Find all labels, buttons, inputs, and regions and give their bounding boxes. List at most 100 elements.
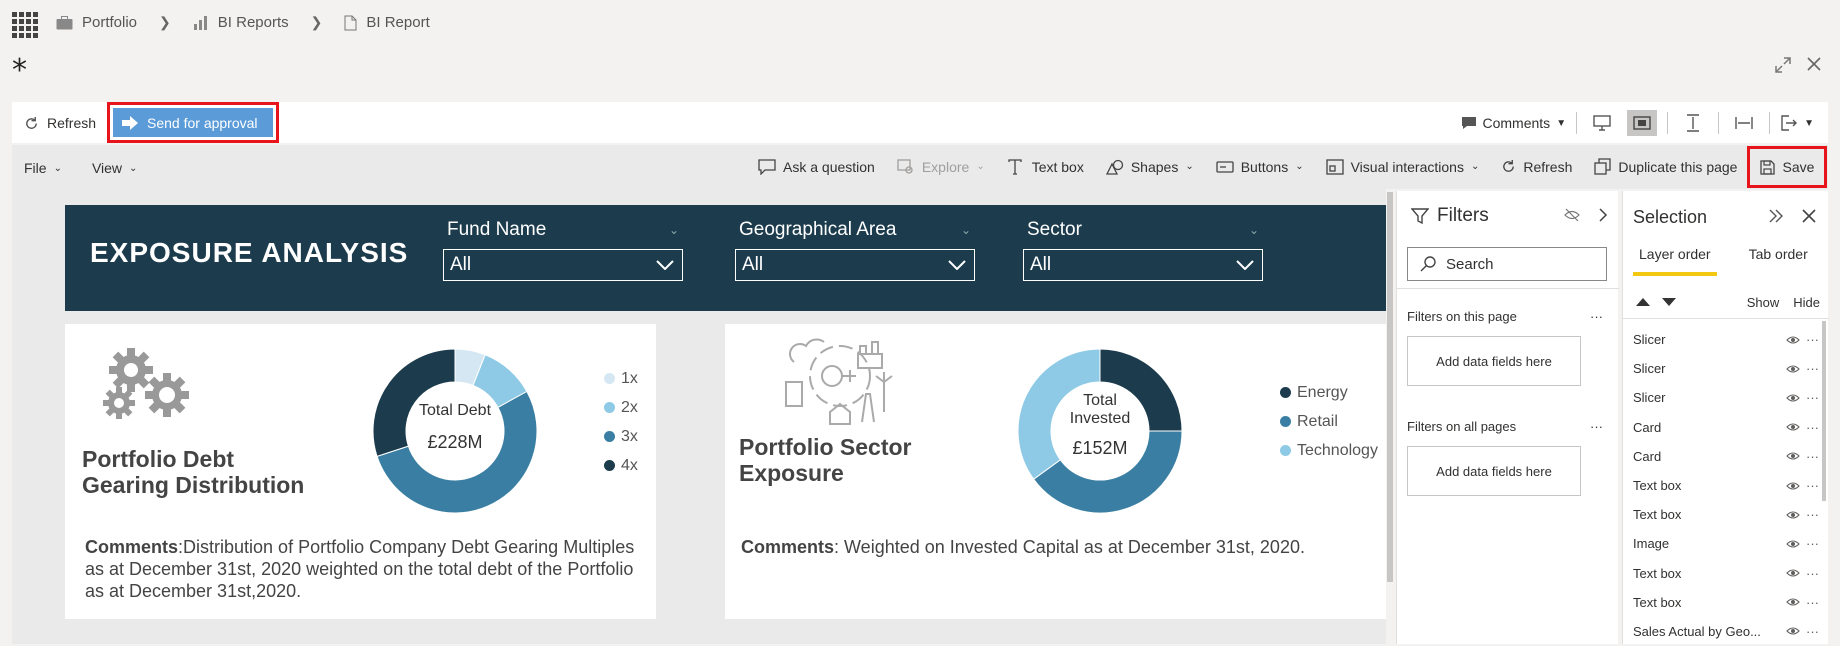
layer-item[interactable]: Text box ··· bbox=[1633, 471, 1819, 500]
legend-item[interactable]: 1x bbox=[604, 364, 638, 393]
layer-item[interactable]: Text box ··· bbox=[1633, 500, 1819, 529]
eye-icon[interactable] bbox=[1786, 451, 1800, 461]
more-options-icon[interactable]: ··· bbox=[1806, 420, 1819, 435]
file-label: File bbox=[24, 160, 47, 176]
shapes-button[interactable]: Shapes ⌄ bbox=[1105, 159, 1194, 175]
legend-item[interactable]: 2x bbox=[604, 393, 638, 422]
layer-item[interactable]: Text box ··· bbox=[1633, 559, 1819, 588]
layer-item[interactable]: Slicer ··· bbox=[1633, 383, 1819, 412]
duplicate-page-button[interactable]: Duplicate this page bbox=[1594, 158, 1737, 175]
eye-hidden-icon[interactable] bbox=[1564, 208, 1580, 222]
legend-label: 2x bbox=[621, 398, 638, 416]
layer-item[interactable]: Text box ··· bbox=[1633, 588, 1819, 617]
fit-to-page-button[interactable] bbox=[1627, 110, 1658, 136]
breadcrumb-portfolio[interactable]: Portfolio bbox=[56, 14, 137, 31]
more-options-icon[interactable]: ··· bbox=[1806, 390, 1819, 405]
legend-item[interactable]: Retail bbox=[1280, 407, 1378, 436]
layer-item[interactable]: Card ··· bbox=[1633, 442, 1819, 471]
more-options-icon[interactable]: ··· bbox=[1806, 449, 1819, 464]
more-options-icon[interactable]: ··· bbox=[1806, 507, 1819, 522]
layer-item[interactable]: Slicer ··· bbox=[1633, 325, 1819, 354]
show-all-button[interactable]: Show bbox=[1747, 295, 1780, 310]
comment-text: : Weighted on Invested Capital as at Dec… bbox=[834, 537, 1305, 557]
more-options-icon[interactable]: ··· bbox=[1806, 624, 1819, 639]
comment-heading: Comments bbox=[741, 537, 835, 557]
legend-item[interactable]: Technology bbox=[1280, 436, 1378, 465]
slicer-dropdown[interactable]: All bbox=[1023, 249, 1263, 281]
breadcrumb-bi-reports[interactable]: BI Reports bbox=[193, 14, 289, 31]
eye-icon[interactable] bbox=[1786, 481, 1800, 491]
text-box-button[interactable]: Text box bbox=[1007, 159, 1084, 175]
save-button[interactable]: Save bbox=[1747, 146, 1827, 188]
eye-icon[interactable] bbox=[1786, 393, 1800, 403]
tab-layer-order[interactable]: Layer order bbox=[1633, 246, 1717, 276]
legend-label: Technology bbox=[1297, 441, 1378, 459]
expand-icon[interactable] bbox=[1774, 56, 1792, 74]
visual-interactions-button[interactable]: Visual interactions ⌄ bbox=[1325, 159, 1479, 175]
fit-to-height-button[interactable] bbox=[1678, 110, 1708, 136]
tab-tab-order[interactable]: Tab order bbox=[1749, 246, 1808, 276]
more-options-icon[interactable]: ··· bbox=[1806, 361, 1819, 376]
buttons-button[interactable]: Buttons ⌄ bbox=[1216, 159, 1304, 175]
eye-icon[interactable] bbox=[1786, 510, 1800, 520]
hide-all-button[interactable]: Hide bbox=[1793, 295, 1820, 310]
layer-item[interactable]: Image ··· bbox=[1633, 529, 1819, 558]
ask-question-label: Ask a question bbox=[783, 158, 875, 175]
close-icon[interactable] bbox=[1806, 56, 1822, 72]
arrow-up-icon[interactable] bbox=[1635, 297, 1651, 307]
layer-item[interactable]: Sales Actual by Geo... ··· bbox=[1633, 617, 1819, 646]
layer-reorder-controls bbox=[1635, 297, 1677, 307]
legend-item[interactable]: 3x bbox=[604, 422, 638, 451]
comments-button[interactable]: Comments ▼ bbox=[1461, 115, 1566, 131]
send-for-approval-button[interactable]: Send for approval bbox=[113, 108, 273, 137]
more-options-icon[interactable]: ··· bbox=[1806, 595, 1819, 610]
sector-exposure-card[interactable]: Portfolio Sector Exposure Total Invested… bbox=[725, 324, 1390, 619]
eye-icon[interactable] bbox=[1786, 626, 1800, 636]
filters-page-drop-zone[interactable]: Add data fields here bbox=[1407, 336, 1581, 386]
more-options-icon[interactable]: ··· bbox=[1590, 419, 1603, 434]
refresh-button[interactable]: Refresh bbox=[24, 115, 96, 131]
eye-icon[interactable] bbox=[1786, 597, 1800, 607]
legend-item[interactable]: Energy bbox=[1280, 378, 1378, 407]
slicer-geographical-area[interactable]: Geographical Area ⌄ All bbox=[735, 219, 975, 281]
filters-search-input[interactable]: Search bbox=[1407, 247, 1607, 281]
layer-item[interactable]: Card ··· bbox=[1633, 413, 1819, 442]
more-options-icon[interactable]: ··· bbox=[1806, 566, 1819, 581]
app-launcher-icon[interactable] bbox=[12, 12, 38, 38]
slicer-dropdown[interactable]: All bbox=[735, 249, 975, 281]
close-icon[interactable] bbox=[1802, 209, 1816, 223]
send-for-approval-highlight: Send for approval bbox=[107, 102, 279, 143]
desktop-layout-button[interactable] bbox=[1587, 110, 1617, 136]
more-options-icon[interactable]: ··· bbox=[1590, 309, 1603, 324]
fit-to-width-button[interactable] bbox=[1729, 110, 1759, 136]
eye-icon[interactable] bbox=[1786, 422, 1800, 432]
slicer-sector[interactable]: Sector ⌄ All bbox=[1023, 219, 1263, 281]
arrow-down-icon[interactable] bbox=[1661, 297, 1677, 307]
filters-all-pages-drop-zone[interactable]: Add data fields here bbox=[1407, 446, 1581, 496]
slicer-dropdown[interactable]: All bbox=[443, 249, 683, 281]
explore-button[interactable]: Explore ⌄ bbox=[897, 159, 985, 175]
slicer-fund-name[interactable]: Fund Name ⌄ All bbox=[443, 219, 683, 281]
canvas-scrollbar[interactable] bbox=[1387, 192, 1393, 582]
more-options-icon[interactable]: ··· bbox=[1806, 536, 1819, 551]
selection-scrollbar[interactable] bbox=[1822, 321, 1826, 501]
export-button[interactable]: ▼ bbox=[1780, 115, 1814, 131]
breadcrumb-bi-report[interactable]: BI Report bbox=[344, 14, 430, 31]
ribbon-refresh-button[interactable]: Refresh bbox=[1501, 159, 1572, 175]
eye-icon[interactable] bbox=[1786, 335, 1800, 345]
view-menu[interactable]: View ⌄ bbox=[92, 160, 137, 176]
layer-item[interactable]: Slicer ··· bbox=[1633, 354, 1819, 383]
eye-icon[interactable] bbox=[1786, 568, 1800, 578]
legend-item[interactable]: 4x bbox=[604, 451, 638, 480]
debt-gearing-card[interactable]: Portfolio Debt Gearing Distribution Tota… bbox=[65, 324, 656, 619]
file-menu[interactable]: File ⌄ bbox=[24, 160, 62, 176]
eye-icon[interactable] bbox=[1786, 364, 1800, 374]
more-options-icon[interactable]: ··· bbox=[1806, 332, 1819, 347]
eye-icon[interactable] bbox=[1786, 539, 1800, 549]
fit-width-icon bbox=[1735, 117, 1753, 129]
layer-actions: ··· bbox=[1786, 536, 1819, 551]
double-chevron-right-icon[interactable] bbox=[1768, 209, 1784, 223]
chevron-right-icon[interactable] bbox=[1598, 208, 1608, 222]
ask-question-button[interactable]: Ask a question bbox=[758, 159, 875, 175]
more-options-icon[interactable]: ··· bbox=[1806, 478, 1819, 493]
